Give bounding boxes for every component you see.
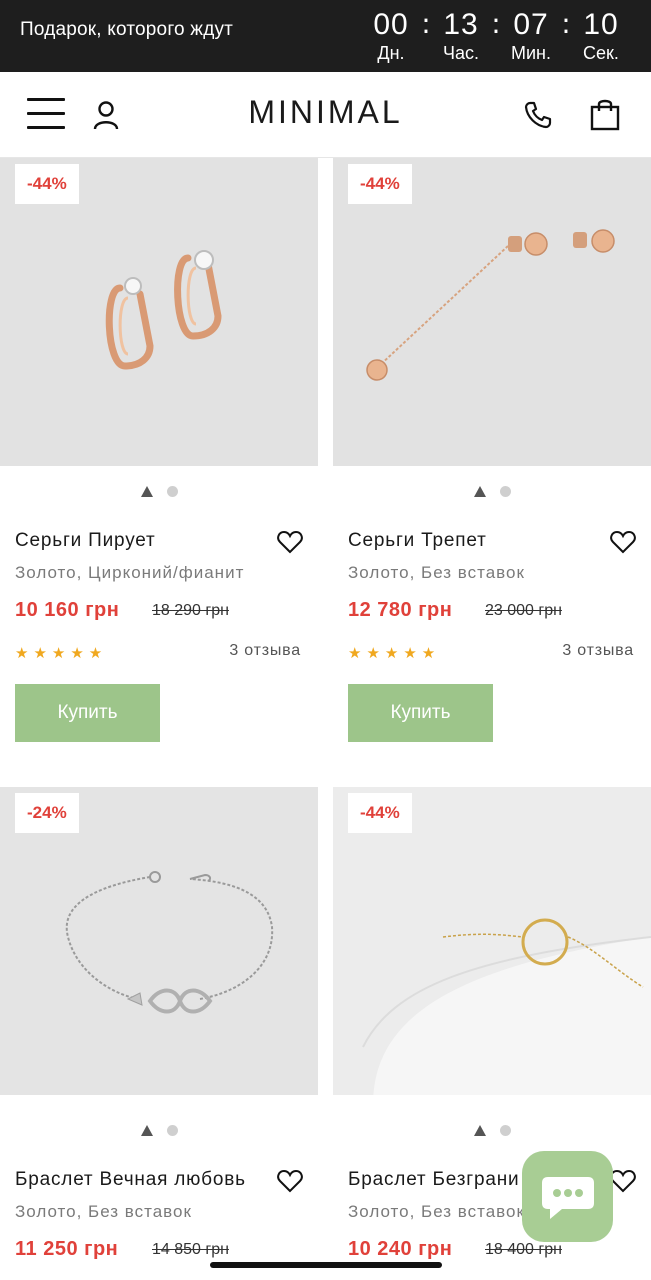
product-price: 12 780 грн (348, 599, 453, 621)
product-old-price: 18 290 грн (152, 602, 229, 619)
timer-separator: : (491, 7, 501, 40)
product-image[interactable]: -24% (0, 787, 318, 1095)
product-card[interactable]: -24% Браслет Вечная любовь Золото, Без в… (0, 787, 318, 1280)
discount-badge: -44% (15, 164, 79, 204)
product-old-price: 18 400 грн (485, 1241, 562, 1258)
product-image[interactable]: -44% (0, 158, 318, 466)
timer-days-value: 00 (373, 8, 409, 41)
timer-days-label: Дн. (377, 43, 405, 63)
rating-stars: ★★★★★ (15, 644, 108, 662)
reviews-count[interactable]: 3 отзыва (562, 642, 634, 660)
home-indicator (210, 1262, 442, 1268)
timer-seconds-label: Сек. (583, 43, 619, 63)
site-logo[interactable]: MINIMAL (0, 94, 651, 131)
pagination-dot[interactable] (166, 1125, 178, 1136)
site-header: MINIMAL (0, 72, 651, 158)
image-pagination[interactable] (0, 486, 318, 497)
image-pagination[interactable] (333, 486, 651, 497)
product-price: 10 240 грн (348, 1238, 453, 1260)
pagination-active-indicator[interactable] (473, 1125, 486, 1136)
bracelet-image (333, 787, 651, 1095)
product-old-price: 14 850 грн (152, 1241, 229, 1258)
discount-badge: -24% (15, 793, 79, 833)
timer-minutes: 07 Мин. (503, 8, 559, 64)
timer-hours: 13 Час. (433, 8, 489, 64)
phone-icon[interactable] (523, 100, 553, 134)
bracelet-image (0, 787, 318, 1095)
discount-badge: -44% (348, 164, 412, 204)
discount-badge: -44% (348, 793, 412, 833)
product-title[interactable]: Серьги Пирует (15, 530, 156, 552)
product-title[interactable]: Браслет Вечная любовь (15, 1169, 246, 1191)
promo-text[interactable]: Подарок, которого ждут (20, 19, 233, 41)
pagination-dot[interactable] (499, 486, 511, 497)
pagination-active-indicator[interactable] (473, 486, 486, 497)
heart-icon[interactable] (277, 530, 303, 556)
heart-icon[interactable] (610, 1169, 636, 1195)
product-card[interactable]: -44% Серьги Пирует Золото, Цирконий/фиан… (0, 158, 318, 758)
timer-days: 00 Дн. (363, 8, 419, 64)
product-price: 11 250 грн (15, 1238, 119, 1260)
earrings-image (333, 158, 651, 466)
product-card[interactable]: -44% Серьги Трепет Золото, Без вставок 1… (333, 158, 651, 758)
image-pagination[interactable] (333, 1125, 651, 1136)
product-old-price: 23 000 грн (485, 602, 562, 619)
reviews-count[interactable]: 3 отзыва (229, 642, 301, 660)
product-image[interactable]: -44% (333, 158, 651, 466)
earrings-image (0, 158, 318, 466)
timer-minutes-label: Мин. (511, 43, 551, 63)
buy-button[interactable]: Купить (348, 684, 493, 742)
bag-icon[interactable] (590, 97, 620, 135)
product-image[interactable]: -44% (333, 787, 651, 1095)
pagination-dot[interactable] (499, 1125, 511, 1136)
image-pagination[interactable] (0, 1125, 318, 1136)
product-material: Золото, Без вставок (15, 1202, 192, 1221)
timer-seconds-value: 10 (583, 8, 619, 41)
product-price: 10 160 грн (15, 599, 120, 621)
heart-icon[interactable] (610, 530, 636, 556)
product-material: Золото, Без вставок (348, 563, 525, 582)
timer-separator: : (421, 7, 431, 40)
chat-bubble-icon (541, 1176, 594, 1219)
timer-seconds: 10 Сек. (573, 8, 629, 64)
product-material: Золото, Без вставок (348, 1202, 525, 1221)
promo-bar: Подарок, которого ждут 00 Дн. : 13 Час. … (0, 0, 651, 72)
timer-separator: : (561, 7, 571, 40)
pagination-active-indicator[interactable] (140, 486, 153, 497)
pagination-active-indicator[interactable] (140, 1125, 153, 1136)
chat-button[interactable] (522, 1151, 613, 1242)
timer-hours-label: Час. (442, 43, 479, 63)
product-material: Золото, Цирконий/фианит (15, 563, 245, 582)
heart-icon[interactable] (277, 1169, 303, 1195)
countdown-timer: 00 Дн. : 13 Час. : 07 Мин. : 10 Сек. (363, 8, 629, 64)
rating-stars: ★★★★★ (348, 644, 441, 662)
timer-minutes-value: 07 (513, 8, 549, 41)
timer-hours-value: 13 (443, 8, 479, 41)
pagination-dot[interactable] (166, 486, 178, 497)
product-title[interactable]: Браслет Безграни (348, 1169, 519, 1191)
buy-button[interactable]: Купить (15, 684, 160, 742)
product-title[interactable]: Серьги Трепет (348, 530, 487, 552)
